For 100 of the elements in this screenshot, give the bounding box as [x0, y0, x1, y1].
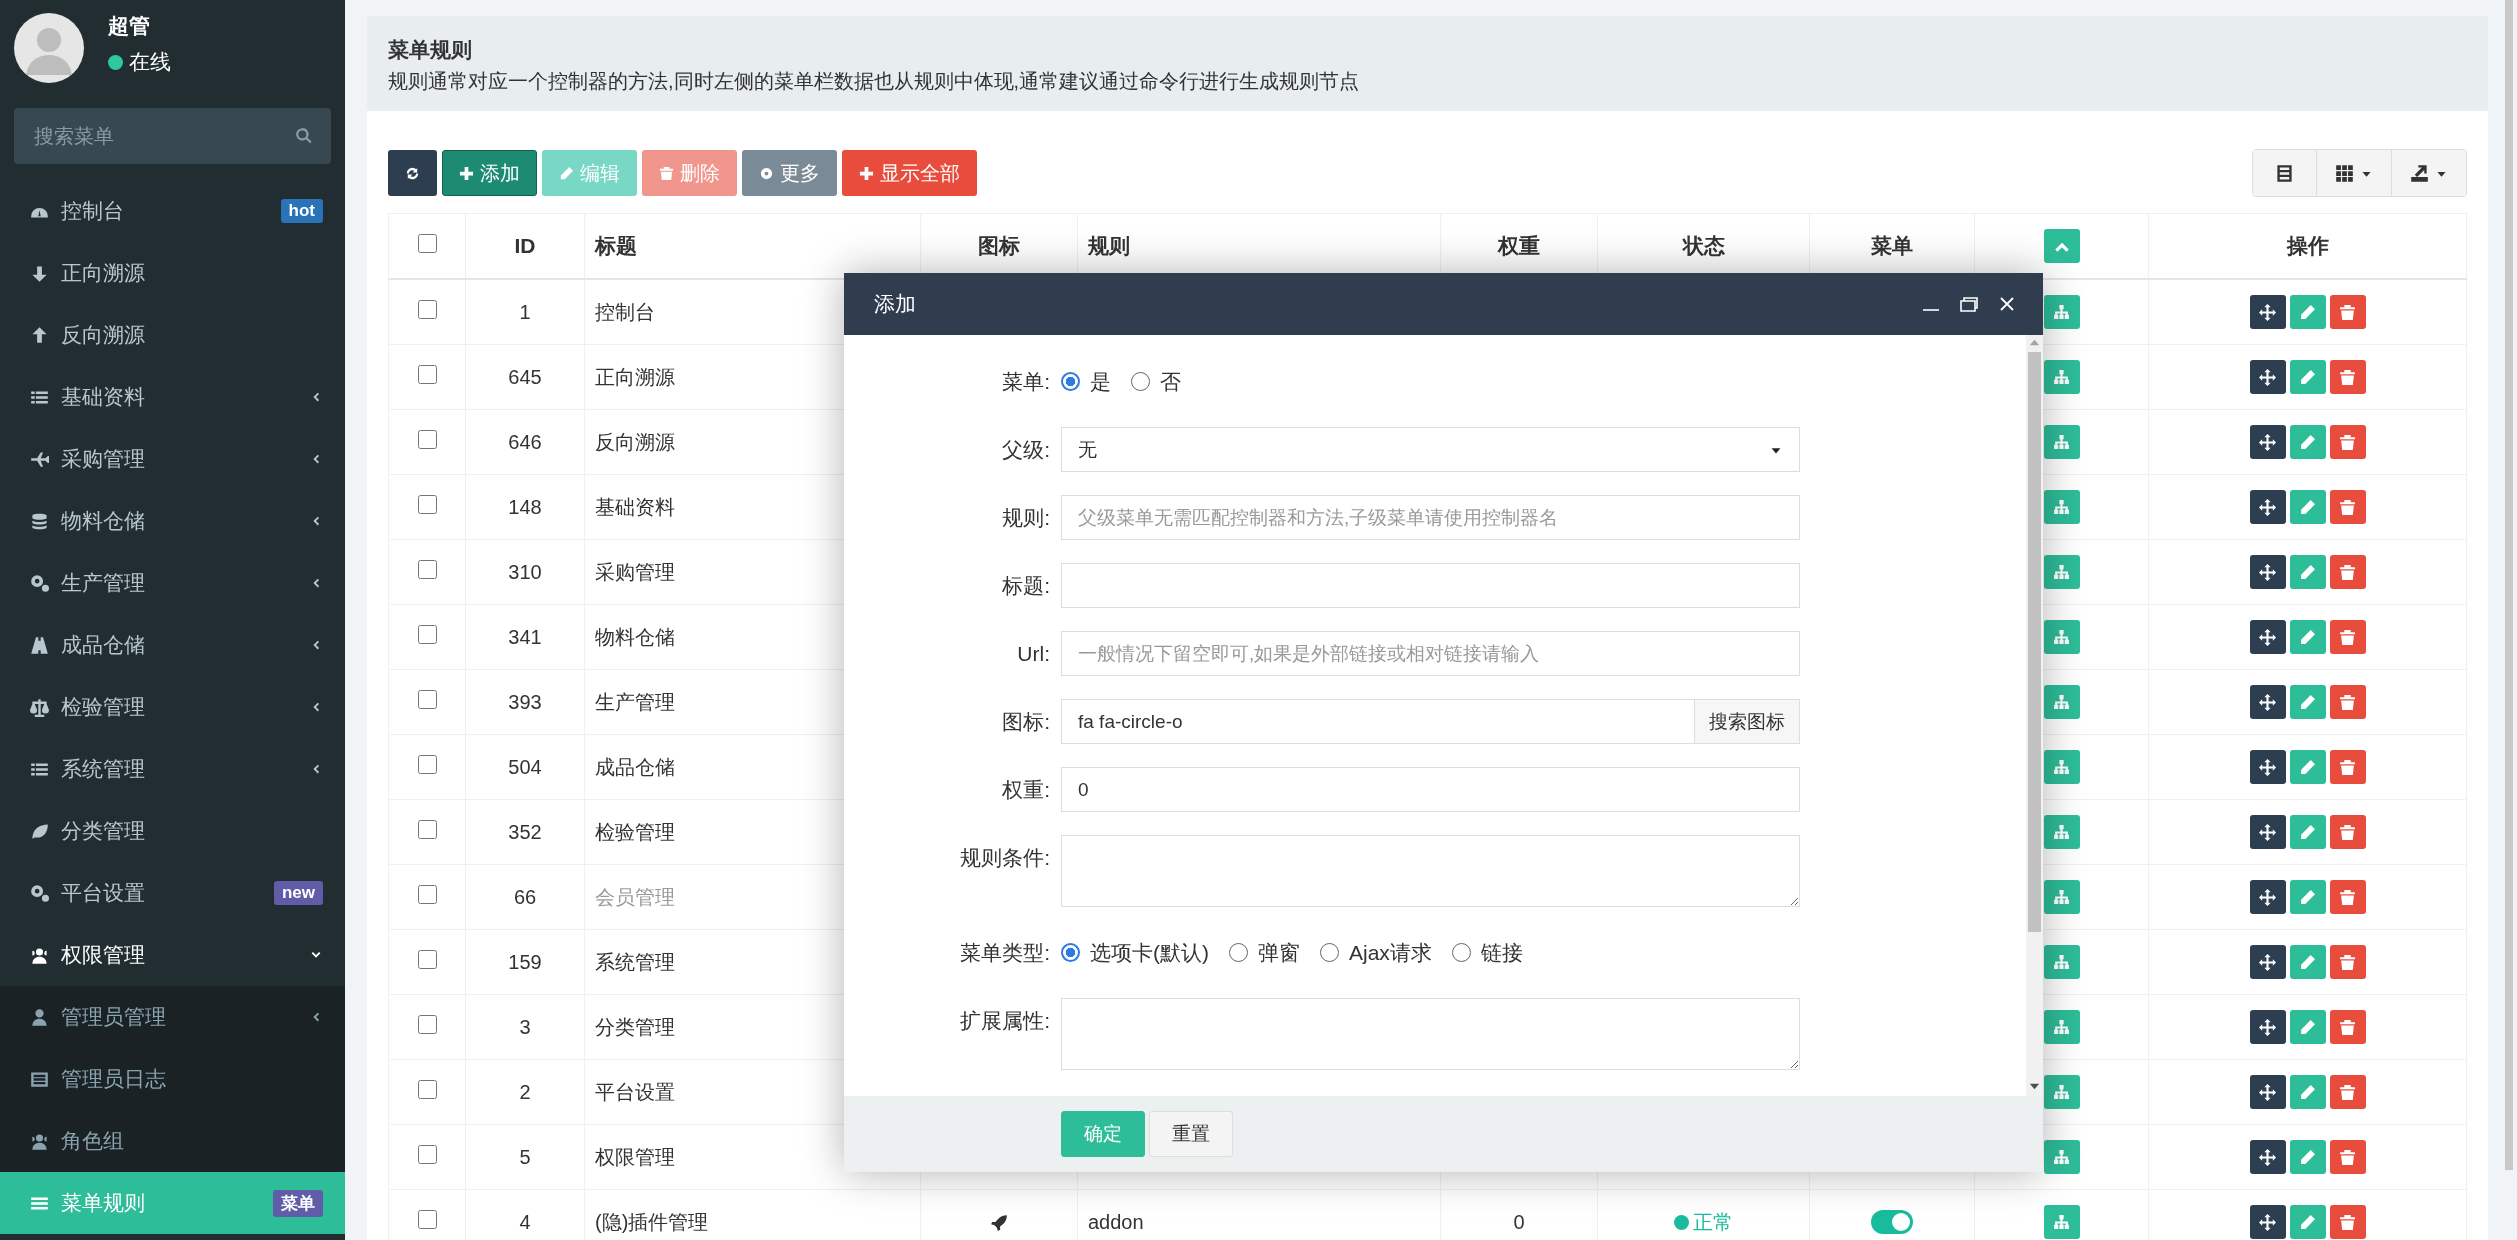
column-header[interactable]: 规则	[1088, 234, 1130, 257]
tree-button[interactable]	[2043, 750, 2080, 784]
row-checkbox[interactable]	[417, 560, 437, 579]
row-checkbox[interactable]	[417, 820, 437, 839]
columns-button[interactable]	[2316, 150, 2391, 196]
drag-button[interactable]	[2249, 1075, 2286, 1109]
collapse-all-button[interactable]	[2043, 229, 2080, 263]
drag-button[interactable]	[2249, 1205, 2286, 1239]
menu-item[interactable]: 系统管理	[0, 738, 345, 800]
delete-button[interactable]	[2329, 1010, 2366, 1044]
menu-item[interactable]: 菜单规则 菜单	[0, 1172, 345, 1234]
menu-item[interactable]: 管理员管理	[0, 986, 345, 1048]
tree-button[interactable]	[2043, 295, 2080, 329]
toggle-switch[interactable]	[1871, 1210, 1913, 1235]
radio-button[interactable]	[1061, 372, 1080, 391]
tree-button[interactable]	[2043, 1205, 2080, 1239]
row-checkbox[interactable]	[417, 365, 437, 384]
tree-button[interactable]	[2043, 425, 2080, 459]
radio-option[interactable]: 否	[1131, 367, 1181, 396]
delete-button[interactable]	[2329, 750, 2366, 784]
textarea-field[interactable]	[1061, 835, 1800, 907]
row-checkbox[interactable]	[417, 300, 437, 319]
drag-button[interactable]	[2249, 490, 2286, 524]
radio-button[interactable]	[1061, 943, 1080, 962]
add-button[interactable]: 添加	[442, 150, 537, 196]
radio-button[interactable]	[1131, 372, 1150, 391]
menu-item[interactable]: 角色组	[0, 1110, 345, 1172]
tree-button[interactable]	[2043, 815, 2080, 849]
reset-button[interactable]: 重置	[1149, 1111, 1233, 1157]
delete-button[interactable]	[2329, 945, 2366, 979]
search-icon-button[interactable]: 搜索图标	[1695, 699, 1800, 744]
delete-button[interactable]	[2329, 685, 2366, 719]
radio-button[interactable]	[1320, 943, 1339, 962]
drag-button[interactable]	[2249, 880, 2286, 914]
delete-button[interactable]	[2329, 1075, 2366, 1109]
tree-button[interactable]	[2043, 360, 2080, 394]
delete-button[interactable]	[2329, 425, 2366, 459]
menu-item[interactable]: 权限管理	[0, 924, 345, 986]
delete-button[interactable]	[2329, 490, 2366, 524]
input-field[interactable]	[1061, 563, 1800, 608]
search-field[interactable]: 搜索菜单	[14, 108, 331, 164]
input-field[interactable]: 0	[1061, 767, 1800, 812]
tree-button[interactable]	[2043, 685, 2080, 719]
column-header[interactable]: 图标	[978, 234, 1020, 257]
drag-button[interactable]	[2249, 620, 2286, 654]
drag-button[interactable]	[2249, 425, 2286, 459]
menu-item[interactable]: 生产管理	[0, 552, 345, 614]
radio-option[interactable]: 链接	[1451, 938, 1523, 967]
menu-item[interactable]: 采购管理	[0, 428, 345, 490]
select-field[interactable]: 无	[1061, 427, 1800, 472]
export-button[interactable]	[2391, 150, 2466, 196]
delete-button[interactable]	[2329, 1205, 2366, 1239]
row-checkbox[interactable]	[417, 690, 437, 709]
drag-button[interactable]	[2249, 685, 2286, 719]
menu-item[interactable]: 检验管理	[0, 676, 345, 738]
radio-option[interactable]: Ajax请求	[1320, 938, 1432, 967]
radio-option[interactable]: 弹窗	[1229, 938, 1300, 967]
menu-item[interactable]: 平台设置 new	[0, 862, 345, 924]
view-toggle-button[interactable]	[2253, 150, 2316, 196]
scrollbar[interactable]	[2026, 335, 2043, 1096]
drag-button[interactable]	[2249, 295, 2286, 329]
more-button[interactable]: 更多	[742, 150, 837, 196]
drag-button[interactable]	[2249, 815, 2286, 849]
delete-button[interactable]	[2329, 815, 2366, 849]
maximize-icon[interactable]	[1959, 294, 1979, 314]
delete-button[interactable]	[2329, 295, 2366, 329]
tree-button[interactable]	[2043, 490, 2080, 524]
input-field[interactable]: fa fa-circle-o	[1061, 699, 1695, 744]
row-checkbox[interactable]	[417, 1015, 437, 1034]
column-header[interactable]: ID	[514, 234, 536, 257]
textarea-field[interactable]	[1061, 998, 1800, 1070]
tree-button[interactable]	[2043, 555, 2080, 589]
menu-item[interactable]: 物料仓储	[0, 490, 345, 552]
menu-item[interactable]: 分类管理	[0, 800, 345, 862]
delete-button[interactable]	[2329, 880, 2366, 914]
tree-button[interactable]	[2043, 945, 2080, 979]
refresh-button[interactable]	[388, 150, 437, 196]
column-header[interactable]: 状态	[1682, 234, 1725, 257]
menu-item[interactable]: 管理员日志	[0, 1048, 345, 1110]
drag-button[interactable]	[2249, 750, 2286, 784]
tree-button[interactable]	[2043, 620, 2080, 654]
radio-button[interactable]	[1229, 943, 1248, 962]
search-icon[interactable]	[295, 127, 313, 145]
scrollbar[interactable]	[2505, 0, 2513, 1170]
delete-button[interactable]	[2329, 1140, 2366, 1174]
radio-button[interactable]	[1451, 943, 1471, 962]
menu-item[interactable]: 成品仓储	[0, 614, 345, 676]
radio-option[interactable]: 选项卡(默认)	[1061, 938, 1209, 967]
menu-item[interactable]: 反向溯源	[0, 304, 345, 366]
menu-item[interactable]: 正向溯源	[0, 242, 345, 304]
input-field[interactable]: 父级菜单无需匹配控制器和方法,子级菜单请使用控制器名	[1061, 495, 1800, 540]
column-header[interactable]: 菜单	[1871, 234, 1913, 257]
tree-button[interactable]	[2043, 1140, 2080, 1174]
drag-button[interactable]	[2249, 1010, 2286, 1044]
row-checkbox[interactable]	[417, 430, 437, 449]
row-checkbox[interactable]	[417, 1145, 437, 1164]
column-header[interactable]: 标题	[595, 234, 637, 257]
radio-option[interactable]: 是	[1061, 367, 1111, 396]
column-header[interactable]: 操作	[2286, 234, 2329, 257]
row-checkbox[interactable]	[417, 755, 437, 774]
